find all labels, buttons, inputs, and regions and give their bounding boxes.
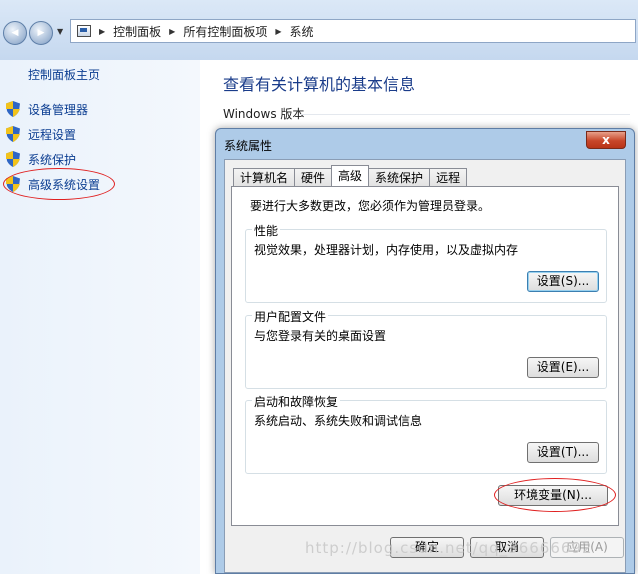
control-panel-home-link[interactable]: 控制面板主页: [28, 66, 100, 83]
sidebar-item-label: 设备管理器: [28, 102, 89, 117]
system-properties-dialog: 系统属性 x 计算机名 硬件 高级 系统保护 远程 要进行大多数更改，您必须作为…: [215, 128, 635, 574]
breadcrumb-all-items[interactable]: 所有控制面板项: [183, 23, 267, 40]
tab-hardware[interactable]: 硬件: [294, 168, 333, 186]
group-description: 视觉效果，处理器计划，内存使用，以及虚拟内存: [254, 243, 519, 257]
group-user-profiles: 用户配置文件 与您登录有关的桌面设置 设置(E)...: [245, 308, 607, 389]
breadcrumb-control-panel[interactable]: 控制面板: [113, 23, 161, 40]
sidebar: 控制面板主页 设备管理器 远程设置 系统保护 高级系统设置: [0, 60, 200, 574]
highlight-ellipse: [494, 478, 616, 512]
group-performance: 性能 视觉效果，处理器计划，内存使用，以及虚拟内存 设置(S)...: [245, 222, 607, 303]
address-bar[interactable]: ▶ 控制面板 ▶ 所有控制面板项 ▶ 系统: [70, 19, 636, 43]
chevron-right-icon[interactable]: ▶: [275, 27, 281, 36]
tab-strip: 计算机名 硬件 高级 系统保护 远程: [233, 165, 468, 186]
group-label: 启动和故障恢复: [252, 393, 341, 410]
group-description: 与您登录有关的桌面设置: [254, 329, 387, 343]
watermark: http://blog.csdn.net/qq_36666692: [305, 539, 593, 557]
highlight-ellipse: [3, 168, 115, 200]
section-divider: [300, 114, 630, 115]
breadcrumb-system[interactable]: 系统: [290, 23, 314, 40]
uac-shield-icon: [6, 126, 20, 142]
back-button[interactable]: ◀: [3, 21, 27, 45]
dialog-body: 计算机名 硬件 高级 系统保护 远程 要进行大多数更改，您必须作为管理员登录。 …: [224, 159, 626, 573]
sidebar-item-device-manager[interactable]: 设备管理器: [6, 100, 88, 118]
section-heading-windows-edition: Windows 版本: [223, 107, 305, 121]
dialog-title: 系统属性: [224, 139, 273, 153]
sidebar-item-remote-settings[interactable]: 远程设置: [6, 125, 76, 143]
startup-recovery-settings-button[interactable]: 设置(T)...: [527, 442, 599, 463]
user-profiles-settings-button[interactable]: 设置(E)...: [527, 357, 599, 378]
close-button[interactable]: x: [586, 131, 626, 149]
forward-button[interactable]: ▶: [29, 21, 53, 45]
sidebar-item-system-protection[interactable]: 系统保护: [6, 150, 76, 168]
group-startup-recovery: 启动和故障恢复 系统启动、系统失败和调试信息 设置(T)...: [245, 393, 607, 474]
uac-shield-icon: [6, 101, 20, 117]
control-panel-icon: [77, 25, 91, 37]
chevron-right-icon[interactable]: ▶: [169, 27, 175, 36]
close-icon: x: [602, 133, 610, 147]
tab-advanced[interactable]: 高级: [331, 165, 370, 186]
sidebar-item-label: 远程设置: [28, 127, 77, 142]
page-title: 查看有关计算机的基本信息: [223, 75, 416, 94]
uac-shield-icon: [6, 151, 20, 167]
tab-computer-name[interactable]: 计算机名: [233, 168, 296, 186]
group-label: 用户配置文件: [252, 308, 329, 325]
sidebar-item-label: 系统保护: [28, 152, 77, 167]
chevron-right-icon[interactable]: ▶: [99, 27, 105, 36]
performance-settings-button[interactable]: 设置(S)...: [527, 271, 599, 292]
group-description: 系统启动、系统失败和调试信息: [254, 414, 423, 428]
tab-page-advanced: 要进行大多数更改，您必须作为管理员登录。 性能 视觉效果，处理器计划，内存使用，…: [231, 186, 619, 526]
tab-system-protection[interactable]: 系统保护: [368, 168, 431, 186]
recent-pages-dropdown[interactable]: ▼: [57, 27, 63, 36]
back-arrow-icon: ◀: [11, 27, 19, 38]
forward-arrow-icon: ▶: [37, 27, 45, 38]
tab-remote[interactable]: 远程: [429, 168, 468, 186]
admin-note: 要进行大多数更改，您必须作为管理员登录。: [250, 199, 491, 213]
address-toolbar: ◀ ▶ ▼ ▶ 控制面板 ▶ 所有控制面板项 ▶ 系统: [0, 0, 638, 60]
group-label: 性能: [252, 222, 281, 239]
